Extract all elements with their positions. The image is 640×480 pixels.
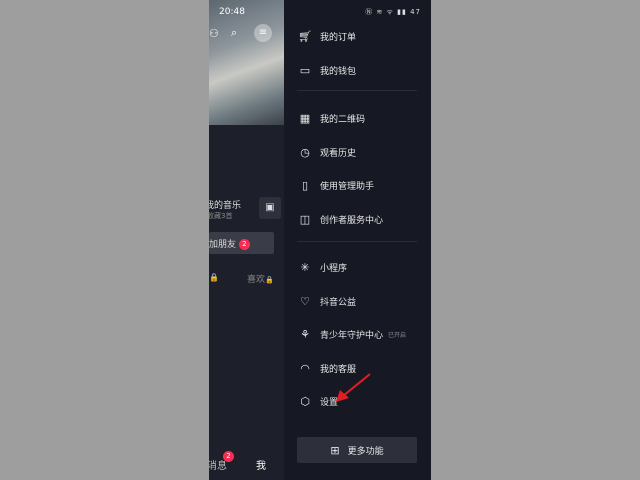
drawer-item-orders[interactable]: 🛒︎ 我的订单 (284, 23, 431, 49)
side-drawer: Ⓝ ≋ ᯤ ▮▮ 47 🛒︎ 我的订单 ▭ 我的钱包 ▦ 我的二维码 ◷ 观看历… (284, 0, 431, 480)
drawer-item-creator-center[interactable]: ◫ 创作者服务中心 (284, 206, 431, 232)
drawer-item-history[interactable]: ◷ 观看历史 (284, 139, 431, 165)
nav-me[interactable]: 我 (256, 457, 266, 472)
drawer-item-label: 青少年守护中心 (320, 330, 384, 341)
my-music-label[interactable]: 我的音乐 (209, 198, 241, 211)
drawer-item-customer-service[interactable]: ◠ 我的客服 (284, 355, 431, 381)
drawer-item-usage-assistant[interactable]: ▯ 使用管理助手 (284, 172, 431, 198)
drawer-item-label: 我的钱包 (320, 66, 357, 77)
drawer-item-youth-protection[interactable]: ⚘ 青少年守护中心 已开启 (284, 321, 431, 347)
menu-icon[interactable]: ≡ (254, 24, 272, 42)
add-friend-button[interactable]: 加朋友 2 (209, 232, 274, 254)
tv-icon[interactable]: ▣ (259, 197, 281, 219)
heart-hands-icon: ♡ (300, 294, 310, 308)
add-friend-label: 加朋友 (209, 240, 237, 250)
chart-icon: ◫ (299, 212, 311, 226)
drawer-item-label: 我的二维码 (320, 114, 366, 125)
drawer-divider (297, 90, 417, 91)
settings-icon: ⬡ (300, 394, 310, 408)
more-features-label: 更多功能 (347, 446, 384, 457)
grid-icon: ⊞ (330, 443, 340, 457)
drawer-item-label: 我的订单 (320, 32, 357, 43)
drawer-item-label: 设置 (320, 397, 339, 408)
sprout-icon: ⚘ (300, 327, 310, 341)
clock-icon: ◷ (300, 145, 310, 159)
profile-card (209, 125, 284, 480)
nav-messages-label: 消息 (209, 461, 227, 472)
drawer-item-label: 创作者服务中心 (320, 215, 384, 226)
lock-icon: 🔒 (265, 276, 274, 284)
messages-badge: 2 (223, 451, 234, 462)
search-icon[interactable]: ⌕ (231, 26, 237, 40)
drawer-item-settings[interactable]: ⬡ 设置 (284, 388, 431, 414)
profile-banner (209, 0, 284, 125)
phone-settings-icon: ▯ (301, 178, 309, 192)
drawer-item-label: 观看历史 (320, 148, 357, 159)
friend-badge: 2 (238, 239, 250, 250)
likes-tab[interactable]: 喜欢🔒 (247, 272, 274, 285)
status-time: 20:48 (219, 7, 245, 17)
wallet-icon: ▭ (299, 63, 311, 77)
status-indicators: Ⓝ ≋ ᯤ ▮▮ 47 (365, 8, 421, 16)
headset-icon: ◠ (300, 361, 310, 375)
cart-icon: 🛒︎ (298, 29, 312, 43)
music-count: 收藏3首 (209, 212, 233, 220)
drawer-item-label: 小程序 (320, 263, 348, 274)
profile-page-background: 20:48 ⚇ ⌕ ≡ 我的音乐 收藏3首 ▣ 加朋友 2 🔒 喜欢🔒 消息 2… (209, 0, 284, 480)
drawer-item-label: 使用管理助手 (320, 181, 375, 192)
more-features-button[interactable]: ⊞ 更多功能 (297, 437, 417, 463)
drawer-item-wallet[interactable]: ▭ 我的钱包 (284, 57, 431, 83)
drawer-item-label: 抖音公益 (320, 297, 357, 308)
likes-tab-label: 喜欢 (247, 275, 266, 285)
qrcode-icon: ▦ (299, 111, 311, 125)
drawer-item-charity[interactable]: ♡ 抖音公益 (284, 288, 431, 314)
drawer-item-qrcode[interactable]: ▦ 我的二维码 (284, 105, 431, 131)
friends-icon[interactable]: ⚇ (209, 27, 219, 40)
phone-screen: 20:48 ⚇ ⌕ ≡ 我的音乐 收藏3首 ▣ 加朋友 2 🔒 喜欢🔒 消息 2… (209, 0, 431, 480)
drawer-divider (297, 241, 417, 242)
enabled-tag: 已开启 (388, 331, 407, 339)
drawer-item-label: 我的客服 (320, 364, 357, 375)
lock-icon: 🔒 (209, 273, 219, 282)
drawer-item-mini-programs[interactable]: ✳ 小程序 (284, 254, 431, 280)
miniprogram-icon: ✳ (300, 260, 310, 274)
